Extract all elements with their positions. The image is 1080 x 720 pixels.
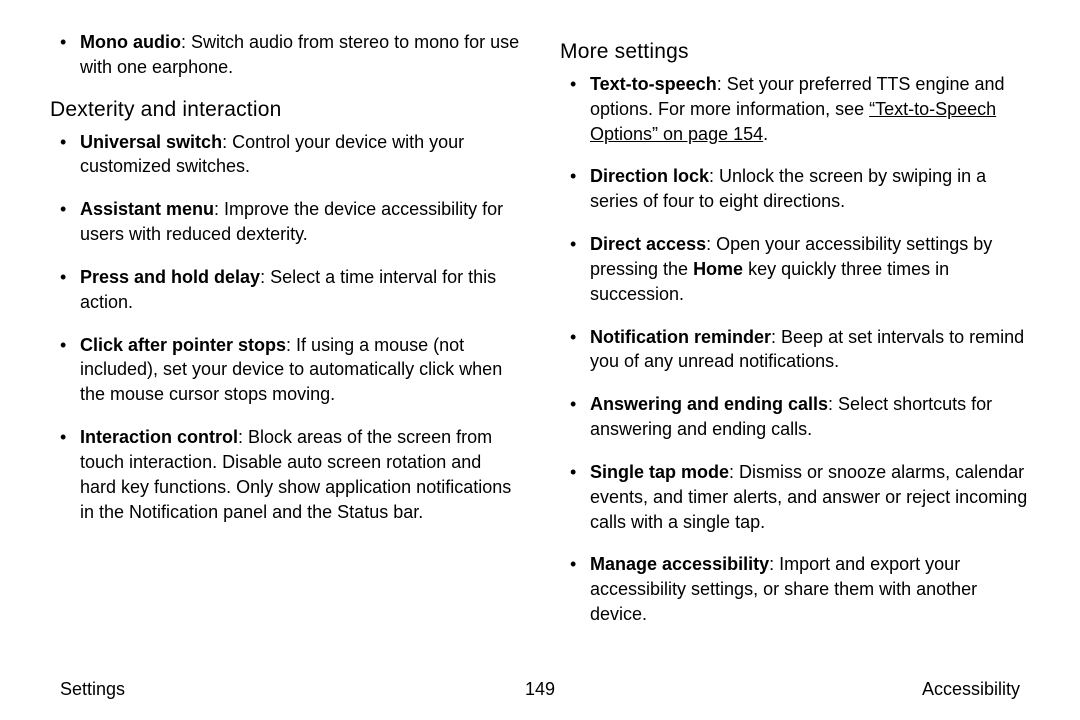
item-term: Single tap mode (590, 462, 729, 482)
dexterity-list: Universal switch: Control your device wi… (50, 130, 520, 525)
list-item: Notification reminder: Beep at set inter… (560, 325, 1030, 375)
list-item: Direct access: Open your accessibility s… (560, 232, 1030, 306)
footer-page-number: 149 (380, 679, 700, 700)
item-term: Manage accessibility (590, 554, 769, 574)
item-term: Press and hold delay (80, 267, 260, 287)
list-item: Click after pointer stops: If using a mo… (50, 333, 520, 407)
list-item: Interaction control: Block areas of the … (50, 425, 520, 524)
list-item: Single tap mode: Dismiss or snooze alarm… (560, 460, 1030, 534)
item-term: Universal switch (80, 132, 222, 152)
list-item: Press and hold delay: Select a time inte… (50, 265, 520, 315)
item-term: Direct access (590, 234, 706, 254)
item-term: Interaction control (80, 427, 238, 447)
list-item: Text-to-speech: Set your preferred TTS e… (560, 72, 1030, 146)
page: Mono audio: Switch audio from stereo to … (0, 0, 1080, 720)
list-item: Answering and ending calls: Select short… (560, 392, 1030, 442)
more-settings-list: Text-to-speech: Set your preferred TTS e… (560, 72, 1030, 627)
left-column: Mono audio: Switch audio from stereo to … (50, 30, 520, 669)
list-item: Mono audio: Switch audio from stereo to … (50, 30, 520, 80)
list-item: Manage accessibility: Import and export … (560, 552, 1030, 626)
list-item: Universal switch: Control your device wi… (50, 130, 520, 180)
item-tail: . (763, 124, 768, 144)
list-item: Assistant menu: Improve the device acces… (50, 197, 520, 247)
item-term: Text-to-speech (590, 74, 717, 94)
columns: Mono audio: Switch audio from stereo to … (50, 30, 1030, 669)
item-term: Assistant menu (80, 199, 214, 219)
section-heading-dexterity: Dexterity and interaction (50, 98, 520, 122)
section-heading-more-settings: More settings (560, 40, 1030, 64)
right-column: More settings Text-to-speech: Set your p… (560, 30, 1030, 669)
item-term: Notification reminder (590, 327, 771, 347)
item-term: Answering and ending calls (590, 394, 828, 414)
footer: Settings 149 Accessibility (50, 669, 1030, 700)
footer-right: Accessibility (700, 679, 1020, 700)
list-item: Direction lock: Unlock the screen by swi… (560, 164, 1030, 214)
item-term: Click after pointer stops (80, 335, 286, 355)
item-mid-bold: Home (693, 259, 743, 279)
item-term: Mono audio (80, 32, 181, 52)
list-above-section: Mono audio: Switch audio from stereo to … (50, 30, 520, 80)
footer-left: Settings (60, 679, 380, 700)
item-term: Direction lock (590, 166, 709, 186)
